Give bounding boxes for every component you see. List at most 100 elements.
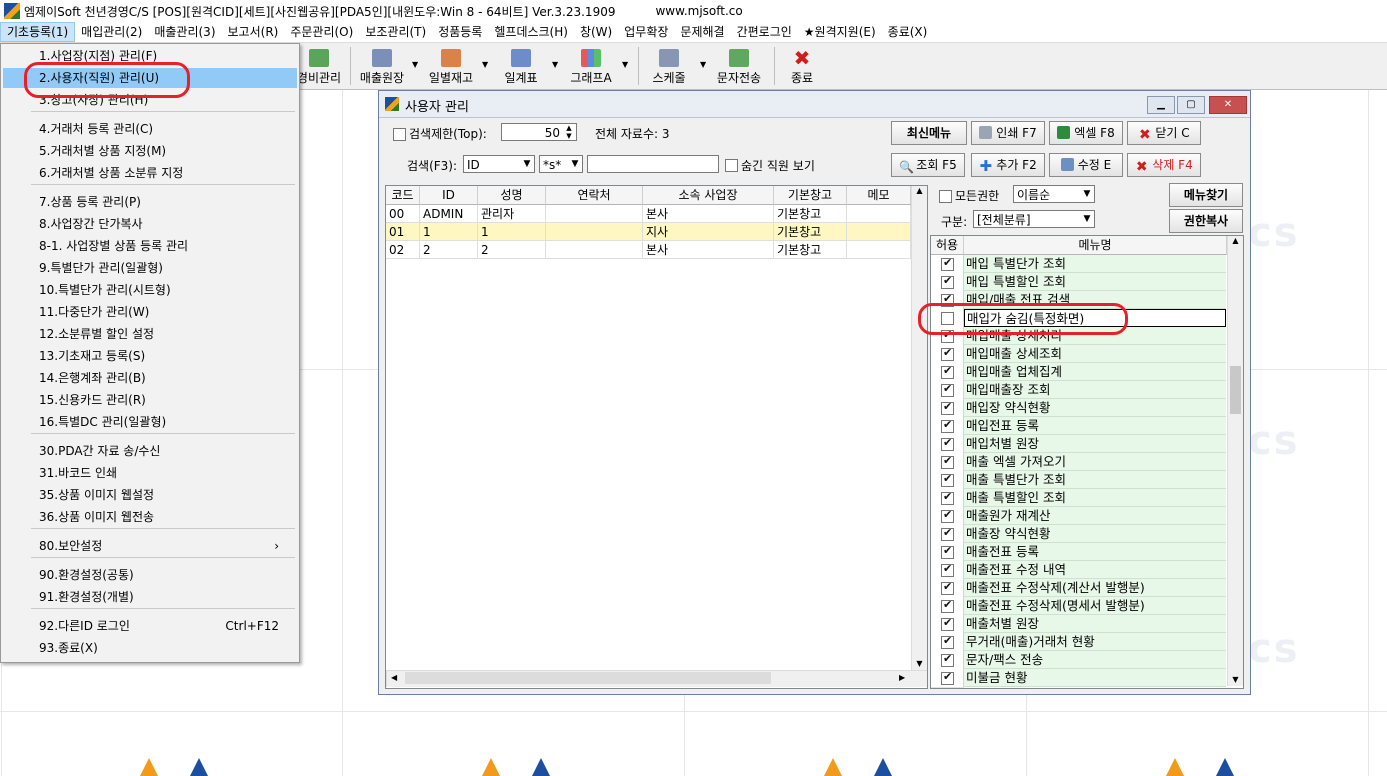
chevron-down-icon[interactable]: ▼	[1080, 211, 1094, 227]
dropdown-menu-item[interactable]: 8-1. 사업장별 상품 등록 관리	[3, 236, 297, 256]
dropdown-menu-item[interactable]: 14.은행계좌 관리(B)	[3, 368, 297, 388]
permission-checkbox[interactable]	[941, 634, 954, 649]
permission-row[interactable]: 매출처별 원장	[931, 615, 1227, 634]
menubar-item[interactable]: 문제해결	[674, 22, 730, 42]
dropdown-menu-item[interactable]: 16.특별DC 관리(일괄형)	[3, 412, 297, 432]
permission-checkbox[interactable]	[941, 364, 954, 379]
close-window-button[interactable]: ✖ 닫기 C	[1127, 121, 1201, 145]
search-mode-select[interactable]: *s* ▼	[539, 155, 583, 173]
search-limit-checkbox[interactable]	[393, 128, 406, 141]
dropdown-menu-item[interactable]: 36.상품 이미지 웹전송	[3, 507, 297, 527]
menubar-item[interactable]: 매입관리(2)	[75, 22, 148, 42]
column-header[interactable]: 허용	[931, 236, 964, 255]
permission-row[interactable]: 매입매출장 조회	[931, 381, 1227, 400]
spin-button[interactable]: ▲ ▼	[562, 124, 576, 140]
copy-permissions-button[interactable]: 권한복사	[1169, 209, 1243, 233]
column-header[interactable]: 메뉴명	[964, 236, 1227, 255]
dropdown-menu-item[interactable]: 30.PDA간 자료 송/수신	[3, 441, 297, 461]
vertical-scrollbar[interactable]: ▲ ▼	[1227, 236, 1243, 686]
dropdown-menu-item[interactable]: 92.다른ID 로그인 Ctrl+F12	[3, 616, 297, 636]
permission-row[interactable]: 문자/팩스 전송	[931, 651, 1227, 670]
permission-row[interactable]: 매입처별 원장	[931, 435, 1227, 454]
permission-checkbox[interactable]	[941, 292, 954, 307]
permission-row[interactable]: 매입전표 등록	[931, 417, 1227, 436]
permission-checkbox[interactable]	[941, 508, 954, 523]
menubar-item[interactable]: 주문관리(O)	[284, 22, 359, 42]
toolbar-graph-button[interactable]: 그래프A	[564, 47, 618, 87]
permission-checkbox[interactable]	[941, 544, 954, 559]
menubar-item[interactable]: 매출관리(3)	[148, 22, 221, 42]
dropdown-menu-item[interactable]: 12.소분류별 할인 설정	[3, 324, 297, 344]
dropdown-menu-item[interactable]: 1.사업장(지점) 관리(F)	[3, 46, 297, 66]
permission-row[interactable]: 매입매출 상세조회	[931, 345, 1227, 364]
permission-row[interactable]: 매출원가 재계산	[931, 507, 1227, 526]
menubar-item[interactable]: 보고서(R)	[222, 22, 285, 42]
dropdown-menu-item[interactable]: 3.창고(사장) 관리(H)	[3, 90, 297, 110]
search-input[interactable]	[587, 155, 719, 173]
dropdown-menu-item[interactable]: 8.사업장간 단가복사	[3, 214, 297, 234]
dropdown-menu-item[interactable]: 93.종료(X)	[3, 638, 297, 658]
permission-row[interactable]: 매입장 약식현황	[931, 399, 1227, 418]
delete-button[interactable]: ✖ 삭제 F4	[1127, 153, 1201, 177]
menubar-item[interactable]: ★원격지원(E)	[798, 22, 882, 42]
chevron-down-icon[interactable]: ▼	[568, 156, 582, 172]
dropdown-menu-item[interactable]: 31.바코드 인쇄	[3, 463, 297, 483]
print-button[interactable]: 인쇄 F7	[971, 121, 1045, 145]
edit-button[interactable]: 수정 E	[1049, 153, 1123, 177]
permission-checkbox[interactable]	[941, 400, 954, 415]
query-button[interactable]: 🔍 조회 F5	[891, 153, 965, 177]
dropdown-arrow-icon[interactable]: ▼	[622, 60, 628, 69]
toolbar-sms-button[interactable]: 문자전송	[712, 47, 766, 87]
dropdown-menu-item[interactable]: 6.거래처별 상품 소분류 지정	[3, 163, 297, 183]
permission-checkbox[interactable]	[941, 598, 954, 613]
permission-checkbox[interactable]	[941, 670, 954, 685]
permission-checkbox[interactable]	[941, 274, 954, 289]
dropdown-menu-item[interactable]: 91.환경설정(개별)	[3, 587, 297, 607]
menubar-item[interactable]: 정품등록	[432, 22, 488, 42]
dropdown-menu-item[interactable]: 80.보안설정 ›	[3, 536, 297, 556]
show-hidden-staff-checkbox[interactable]	[725, 159, 738, 172]
permission-row[interactable]: 매출전표 수정삭제(계산서 발행분)	[931, 579, 1227, 598]
toolbar-expense-button[interactable]: 경비관리	[294, 47, 344, 87]
permission-row[interactable]: 매출장 약식현황	[931, 525, 1227, 544]
dropdown-menu-item[interactable]: 90.환경설정(공통)	[3, 565, 297, 585]
chevron-down-icon[interactable]: ▼	[1080, 186, 1094, 202]
permission-checkbox[interactable]	[941, 418, 954, 433]
permission-checkbox[interactable]	[941, 526, 954, 541]
dropdown-arrow-icon[interactable]: ▼	[412, 60, 418, 69]
permission-checkbox[interactable]	[941, 382, 954, 397]
dropdown-menu-item[interactable]: 7.상품 등록 관리(P)	[3, 192, 297, 212]
permission-checkbox[interactable]	[941, 256, 954, 271]
column-header[interactable]: 성명	[478, 186, 546, 205]
menubar-item[interactable]: 기초등록(1)	[0, 22, 76, 42]
toolbar-sales-ledger-button[interactable]: 매출원장	[356, 47, 408, 87]
column-header[interactable]: 연락처	[546, 186, 643, 205]
toolbar-daily-report-button[interactable]: 일계표	[496, 47, 546, 87]
sort-order-select[interactable]: 이름순 ▼	[1013, 185, 1095, 203]
excel-button[interactable]: 엑셀 F8	[1049, 121, 1123, 145]
permission-row[interactable]: 매입가 숨김(특정화면)	[931, 309, 1227, 328]
permission-row[interactable]: 매입매출 업체집계	[931, 363, 1227, 382]
dropdown-arrow-icon[interactable]: ▼	[552, 60, 558, 69]
dropdown-arrow-icon[interactable]: ▼	[700, 60, 706, 69]
permission-row[interactable]: 매출전표 등록	[931, 543, 1227, 562]
permission-row[interactable]: 매입매출 상세처리	[931, 327, 1227, 346]
search-limit-input[interactable]: 50 ▲ ▼	[501, 123, 577, 141]
toolbar-exit-button[interactable]: ✖ 종료	[782, 47, 822, 87]
all-permissions-checkbox[interactable]	[939, 190, 952, 203]
permission-row[interactable]: 매출 특별단가 조회	[931, 471, 1227, 490]
dropdown-menu-item[interactable]: 15.신용카드 관리(R)	[3, 390, 297, 410]
column-header[interactable]: 코드	[386, 186, 420, 205]
permission-row[interactable]: 매출전표 수정 내역	[931, 561, 1227, 580]
permission-checkbox[interactable]	[941, 562, 954, 577]
permission-row[interactable]: 매입 특별단가 조회	[931, 255, 1227, 274]
menubar-item[interactable]: 업무확장	[618, 22, 674, 42]
menubar-item[interactable]: 종료(X)	[882, 22, 934, 42]
menubar-item[interactable]: 창(W)	[574, 22, 618, 42]
dropdown-menu-item[interactable]: 10.특별단가 관리(시트형)	[3, 280, 297, 300]
recent-menu-button[interactable]: 최신메뉴	[891, 121, 967, 145]
toolbar-daily-stock-button[interactable]: 일별재고	[424, 47, 478, 87]
category-select[interactable]: [전체분류] ▼	[973, 210, 1095, 228]
dropdown-menu-item[interactable]: 9.특별단가 관리(일괄형)	[3, 258, 297, 278]
dropdown-menu-item[interactable]: 13.기초재고 등록(S)	[3, 346, 297, 366]
